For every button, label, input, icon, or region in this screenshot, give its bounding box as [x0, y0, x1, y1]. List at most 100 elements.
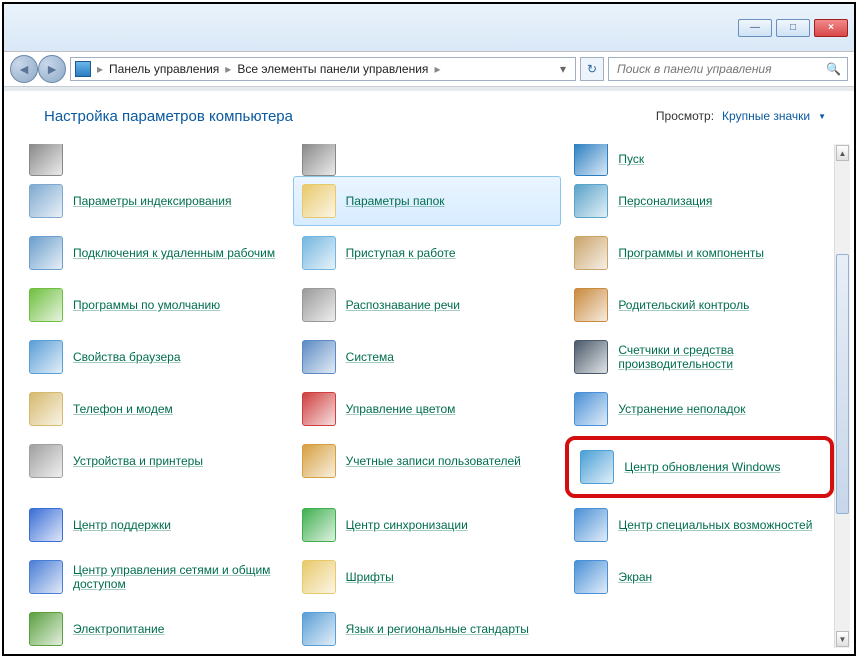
item-folder-options[interactable]: Параметры папок — [293, 176, 562, 226]
item-windows-update-icon — [580, 450, 614, 484]
explorer-window: — □ × ◄ ► ▸ Панель управления ▸ Все элем… — [2, 2, 856, 656]
item-user-accounts[interactable]: Учетные записи пользователей — [293, 436, 562, 486]
view-value[interactable]: Крупные значки — [722, 109, 810, 123]
forward-button[interactable]: ► — [38, 55, 66, 83]
address-dropdown[interactable]: ▾ — [555, 62, 571, 76]
item-getting-started-label: Приступая к работе — [346, 246, 456, 260]
item-internet-options-label: Свойства браузера — [73, 350, 181, 364]
item-devices-printers[interactable]: Устройства и принтеры — [20, 436, 289, 486]
breadcrumb-item[interactable]: Все элементы панели управления — [237, 62, 428, 76]
item-indexing-options-icon — [29, 184, 63, 218]
item-internet-options-icon — [29, 340, 63, 374]
item-ease-of-access-icon — [574, 508, 608, 542]
item-parental-controls[interactable]: Родительский контроль — [565, 280, 834, 330]
item-performance-icon — [574, 340, 608, 374]
item-phone-modem-label: Телефон и модем — [73, 402, 173, 416]
item-user-accounts-icon — [302, 444, 336, 478]
item-parental-controls-icon — [574, 288, 608, 322]
item-power-options[interactable]: Электропитание — [20, 604, 289, 648]
chevron-down-icon[interactable]: ▼ — [818, 112, 826, 121]
item-action-center[interactable]: Центр поддержки — [20, 500, 289, 550]
item-display[interactable]: Экран — [565, 552, 834, 602]
view-selector[interactable]: Просмотр: Крупные значки ▼ — [656, 109, 826, 123]
item-performance[interactable]: Счетчики и средства производительности — [565, 332, 834, 382]
item-network-sharing[interactable]: Центр управления сетями и общим доступом — [20, 552, 289, 602]
control-panel-icon — [75, 61, 91, 77]
refresh-button[interactable]: ↻ — [580, 57, 604, 81]
address-bar[interactable]: ▸ Панель управления ▸ Все элементы панел… — [70, 57, 576, 81]
item-personalization-label: Персонализация — [618, 194, 712, 208]
breadcrumb-sep: ▸ — [97, 62, 103, 76]
item-troubleshooting-label: Устранение неполадок — [618, 402, 745, 416]
item-personalization-icon — [574, 184, 608, 218]
item-system-label: Система — [346, 350, 394, 364]
vertical-scrollbar[interactable]: ▲ ▼ — [834, 144, 850, 648]
item-color-management-label: Управление цветом — [346, 402, 456, 416]
item-default-programs[interactable]: Программы по умолчанию — [20, 280, 289, 330]
breadcrumb-item[interactable]: Панель управления — [109, 62, 219, 76]
item-display-label: Экран — [618, 570, 652, 584]
item-getting-started[interactable]: Приступая к работе — [293, 228, 562, 278]
item-phone-modem-icon — [29, 392, 63, 426]
item-ease-of-access[interactable]: Центр специальных возможностей — [565, 500, 834, 550]
item-default-programs-label: Программы по умолчанию — [73, 298, 220, 312]
view-label: Просмотр: — [656, 109, 714, 123]
item-speech-recognition[interactable]: Распознавание речи — [293, 280, 562, 330]
item-action-center-icon — [29, 508, 63, 542]
search-box[interactable]: 🔍 — [608, 57, 848, 81]
item-devices-printers-icon — [29, 444, 63, 478]
item-sync-center[interactable]: Центр синхронизации — [293, 500, 562, 550]
item-remote-desktop[interactable]: Подключения к удаленным рабочим — [20, 228, 289, 278]
breadcrumb-sep: ▸ — [434, 62, 440, 76]
minimize-button[interactable]: — — [738, 19, 772, 37]
item-folder-options-label: Параметры папок — [346, 194, 445, 208]
search-input[interactable] — [615, 61, 815, 77]
item-user-accounts-label: Учетные записи пользователей — [346, 454, 521, 468]
scroll-up-button[interactable]: ▲ — [836, 145, 849, 161]
search-icon[interactable]: 🔍 — [826, 62, 841, 76]
item-fonts[interactable]: Шрифты — [293, 552, 562, 602]
breadcrumb-sep: ▸ — [225, 62, 231, 76]
item-troubleshooting[interactable]: Устранение неполадок — [565, 384, 834, 434]
item-region-language-icon — [302, 612, 336, 646]
scroll-thumb[interactable] — [836, 254, 849, 514]
item-personalization[interactable]: Персонализация — [565, 176, 834, 226]
maximize-button[interactable]: □ — [776, 19, 810, 37]
item-color-management-icon — [302, 392, 336, 426]
item-troubleshooting-icon — [574, 392, 608, 426]
item-parental-controls-label: Родительский контроль — [618, 298, 749, 312]
item-speech-recognition-icon — [302, 288, 336, 322]
item-system-icon — [302, 340, 336, 374]
item-fonts-icon — [302, 560, 336, 594]
content-header: Настройка параметров компьютера Просмотр… — [4, 96, 854, 136]
item-sync-center-label: Центр синхронизации — [346, 518, 468, 532]
item-start[interactable]: Пуск — [565, 144, 834, 174]
titlebar: — □ × — [4, 4, 854, 52]
truncated-item-1[interactable] — [20, 144, 289, 174]
item-power-options-icon — [29, 612, 63, 646]
item-windows-update[interactable]: Центр обновления Windows — [571, 442, 828, 492]
item-power-options-label: Электропитание — [73, 622, 164, 636]
item-indexing-options-label: Параметры индексирования — [73, 194, 231, 208]
truncated-item-2[interactable] — [293, 144, 562, 174]
item-phone-modem[interactable]: Телефон и модем — [20, 384, 289, 434]
item-color-management[interactable]: Управление цветом — [293, 384, 562, 434]
item-programs-features[interactable]: Программы и компоненты — [565, 228, 834, 278]
back-button[interactable]: ◄ — [10, 55, 38, 83]
scroll-down-button[interactable]: ▼ — [836, 631, 849, 647]
highlight-windows-update: Центр обновления Windows — [565, 436, 834, 498]
truncated-item-1-icon — [29, 144, 63, 176]
close-button[interactable]: × — [814, 19, 848, 37]
toolbar-strip — [4, 86, 854, 92]
item-performance-label: Счетчики и средства производительности — [618, 343, 825, 371]
item-region-language[interactable]: Язык и региональные стандарты — [293, 604, 562, 648]
navigation-bar: ◄ ► ▸ Панель управления ▸ Все элементы п… — [4, 52, 854, 86]
item-ease-of-access-label: Центр специальных возможностей — [618, 518, 812, 532]
item-sync-center-icon — [302, 508, 336, 542]
item-system[interactable]: Система — [293, 332, 562, 382]
items-area: Пуск Параметры индексирования Параметры па… — [20, 144, 834, 648]
item-internet-options[interactable]: Свойства браузера — [20, 332, 289, 382]
item-programs-features-label: Программы и компоненты — [618, 246, 764, 260]
item-indexing-options[interactable]: Параметры индексирования — [20, 176, 289, 226]
item-display-icon — [574, 560, 608, 594]
